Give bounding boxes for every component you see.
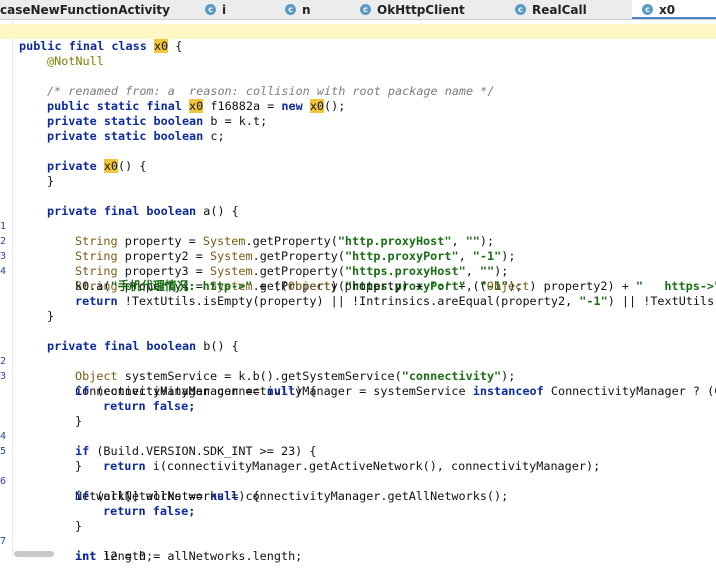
code-line: 1 String property = System.getProperty("… (0, 221, 495, 248)
class-icon: c (515, 4, 526, 15)
code-line: return !TextUtils.isEmpty(property) || !… (75, 294, 716, 308)
tab-label: i (222, 2, 227, 17)
class-icon: c (642, 4, 653, 15)
code-line: } (75, 519, 83, 533)
code-line: 4 String property4 = System.getProperty(… (0, 266, 523, 293)
code-line: if (connectivityManager == null) { (75, 384, 317, 398)
horizontal-scrollbar-thumb[interactable] (14, 551, 54, 557)
code-line: @NotNull (47, 54, 104, 68)
code-line: 2 Object systemService = k.b().getSystem… (0, 356, 516, 383)
code-line: int i2 = 0; (75, 549, 154, 563)
tab-n[interactable]: c n (285, 0, 311, 19)
code-line: } (75, 459, 83, 473)
code-line: if (allNetworks == null) { (75, 489, 260, 503)
code-line: public static final x0 f16882a = new x0(… (47, 99, 346, 113)
code-line: public final class x0 { (0, 24, 716, 53)
tab-casenewfunctionactivity[interactable]: caseNewFunctionActivity (0, 0, 170, 19)
code-line: } (75, 414, 83, 428)
code-line: 2 String property2 = System.getProperty(… (0, 236, 516, 263)
code-line: } (47, 309, 55, 323)
code-line: return false; (103, 504, 196, 518)
editor-tab-bar: caseNewFunctionActivity c i c n c OkHttp… (0, 0, 716, 20)
code-line: private static boolean b = k.t; (47, 114, 268, 128)
tab-realcall[interactable]: c RealCall (515, 0, 587, 19)
code-line: 4 if (Build.VERSION.SDK_INT >= 23) { (0, 431, 317, 458)
code-line: k0.a("手机代理情况: http->" + ((Object) proper… (75, 279, 716, 293)
code-line: 5 return i(connectivityManager.getActive… (0, 446, 601, 473)
tab-x0[interactable]: c x0 (632, 0, 716, 19)
tab-label: RealCall (532, 2, 587, 17)
code-line: } (47, 174, 55, 188)
code-line: return false; (103, 399, 196, 413)
code-line: private x0() { (47, 159, 147, 173)
code-line: private final boolean a() { (47, 204, 239, 218)
class-icon: c (360, 4, 371, 15)
tab-label: OkHttpClient (377, 2, 465, 17)
tab-i[interactable]: c i (205, 0, 226, 19)
code-line: 3 ConnectivityManager connectivityManage… (0, 371, 716, 398)
tab-okhttpclient[interactable]: c OkHttpClient (360, 0, 465, 19)
tab-label: n (302, 2, 311, 17)
tab-label: caseNewFunctionActivity (0, 2, 170, 17)
tab-label: x0 (659, 2, 676, 17)
code-line: 6 Network[] allNetworks = connectivityMa… (0, 476, 509, 503)
code-line: private final boolean b() { (47, 339, 239, 353)
class-icon: c (205, 4, 216, 15)
code-line: 3 String property3 = System.getProperty(… (0, 251, 509, 278)
code-line: private static boolean c; (47, 129, 225, 143)
code-line: /* renamed from: a reason: collision wit… (47, 84, 495, 98)
class-icon: c (285, 4, 296, 15)
code-line: 7 int length = allNetworks.length; (0, 536, 303, 563)
